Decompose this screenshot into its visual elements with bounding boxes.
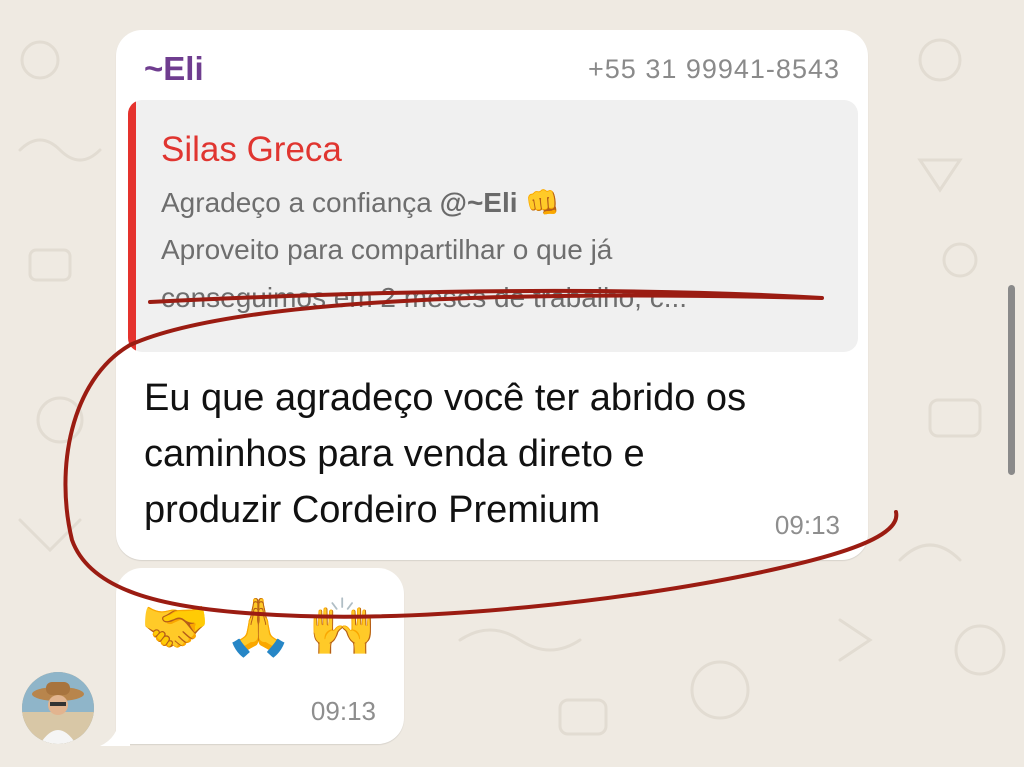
quoted-line-2: Aproveito para compartilhar o que já [161, 234, 613, 265]
emoji-message: 🤝🙏🙌 [140, 595, 392, 660]
quoted-line-1: Agradeço a confiança @~Eli 👊 [161, 186, 560, 219]
quoted-author: Silas Greca [161, 130, 342, 169]
message-time: 09:13 [310, 696, 376, 726]
sender-name[interactable]: ~Eli [144, 50, 204, 88]
sender-phone: +55 31 99941-8543 [588, 54, 840, 84]
contact-avatar[interactable] [22, 672, 94, 744]
fist-emoji: 👊 [525, 186, 561, 219]
quoted-message[interactable]: Silas Greca Agradeço a confiança @~Eli 👊… [128, 100, 858, 352]
avatar-image [22, 672, 94, 744]
bubble-tail [100, 716, 130, 746]
quote-accent-bar [128, 100, 136, 352]
message-bubble[interactable]: ~Eli +55 31 99941-8543 Silas Greca Agrad… [116, 30, 868, 560]
message-text: Eu que agradeço você ter abrido os camin… [144, 377, 747, 531]
message-bubble[interactable]: 🤝🙏🙌 09:13 [116, 568, 404, 744]
quoted-mention: @~Eli [439, 187, 518, 218]
quoted-line-1-text: Agradeço a confiança [161, 187, 440, 218]
message-time: 09:13 [774, 510, 840, 540]
quoted-line-3: conseguimos em 2 meses de trabalho, c... [161, 282, 688, 313]
scrollbar[interactable] [1008, 285, 1015, 475]
